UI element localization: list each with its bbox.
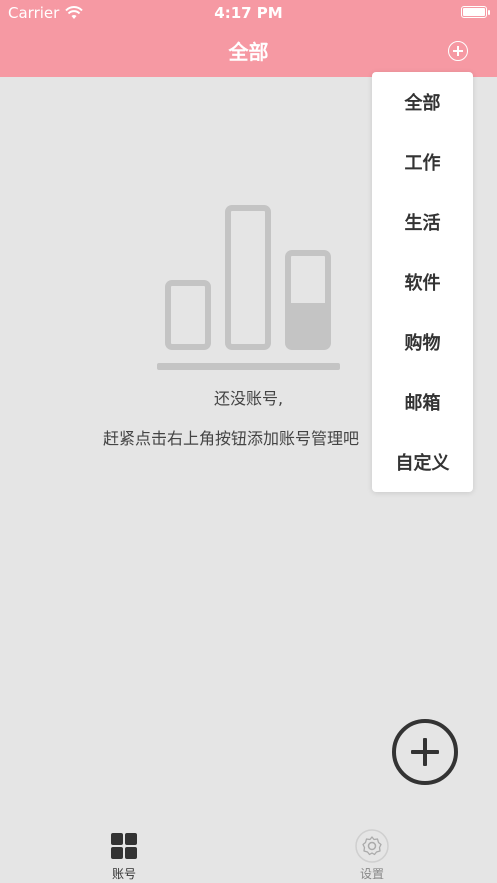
status-time: 4:17 PM — [214, 4, 283, 22]
dropdown-item-email[interactable]: 邮箱 — [372, 372, 473, 432]
dropdown-item-software[interactable]: 软件 — [372, 252, 473, 312]
dropdown-item-custom[interactable]: 自定义 — [372, 432, 473, 492]
tab-settings-label: 设置 — [359, 867, 384, 881]
tab-accounts-label: 账号 — [111, 867, 136, 881]
category-dropdown: 全部 工作 生活 软件 购物 邮箱 自定义 — [372, 72, 473, 492]
tab-bar: 账号 设置 — [0, 820, 497, 883]
tab-accounts[interactable]: 账号 — [84, 832, 164, 882]
empty-hint: 赶紧点击右上角按钮添加账号管理吧 — [103, 429, 360, 448]
add-account-button[interactable] — [392, 719, 458, 785]
gear-icon — [355, 829, 389, 863]
nav-bar: Carrier 4:17 PM 全部 — [0, 0, 497, 77]
grid-icon — [110, 832, 138, 860]
dropdown-item-all[interactable]: 全部 — [372, 72, 473, 132]
status-bar: Carrier 4:17 PM — [0, 0, 497, 26]
battery-icon — [461, 6, 490, 18]
tab-settings[interactable]: 设置 — [332, 829, 412, 882]
dropdown-item-shopping[interactable]: 购物 — [372, 312, 473, 372]
page-title: 全部 — [228, 40, 269, 64]
dropdown-item-work[interactable]: 工作 — [372, 132, 473, 192]
add-category-button[interactable] — [448, 41, 468, 61]
dropdown-item-life[interactable]: 生活 — [372, 192, 473, 252]
bar-chart-icon — [157, 205, 340, 370]
